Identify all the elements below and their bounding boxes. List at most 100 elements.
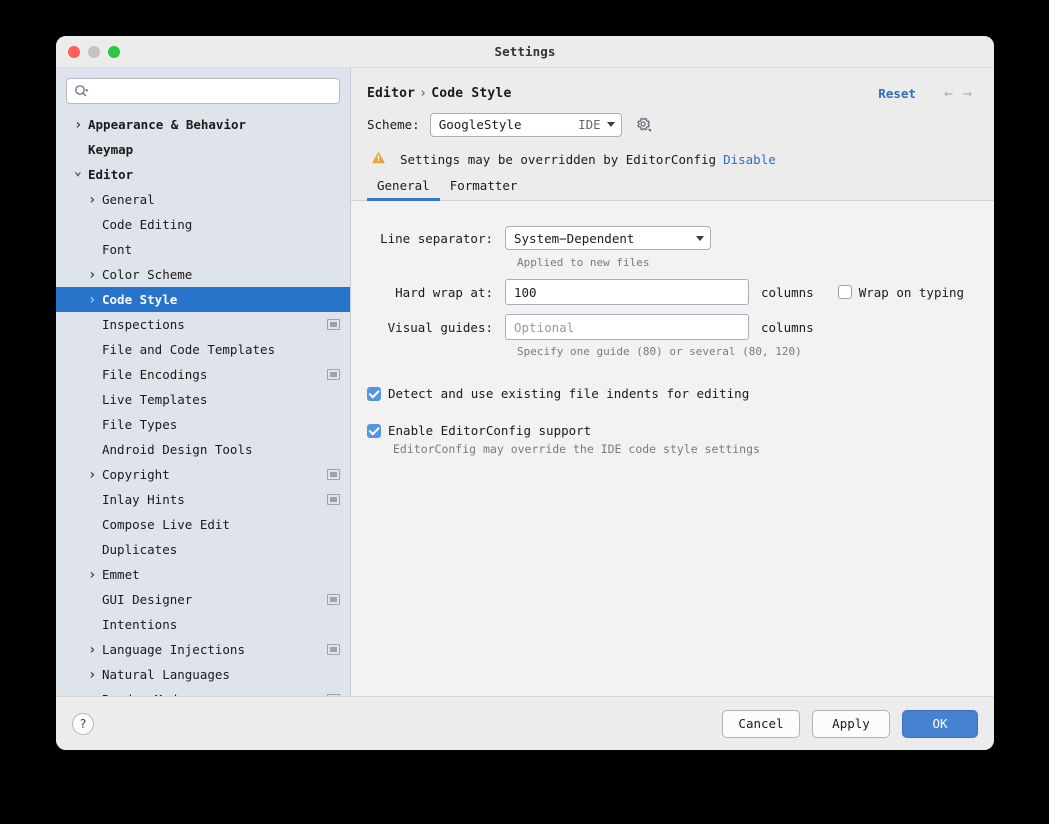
sidebar-item-font[interactable]: ›Font (56, 237, 350, 262)
enable-editorconfig-label: Enable EditorConfig support (388, 423, 592, 438)
sidebar-item-inlay-hints[interactable]: ›Inlay Hints (56, 487, 350, 512)
window-title: Settings (494, 44, 556, 59)
sidebar-item-editor[interactable]: ⌄ Editor (56, 162, 350, 187)
settings-tree[interactable]: ›Appearance & Behavior›Keymap⌄Editor›Gen… (56, 110, 350, 696)
sidebar-item-label: Copyright (102, 467, 170, 482)
sidebar-item-duplicates[interactable]: ›Duplicates (56, 537, 350, 562)
chevron-right-icon[interactable]: › (88, 668, 102, 682)
sidebar-item-reader-mode[interactable]: ›Reader Mode (56, 687, 350, 696)
sidebar-item-label: Android Design Tools (102, 442, 253, 457)
sidebar-item-emmet[interactable]: › Emmet (56, 562, 350, 587)
sidebar-item-appearance-behavior[interactable]: › Appearance & Behavior (56, 112, 350, 137)
sidebar-item-label: Language Injections (102, 642, 245, 657)
line-separator-select[interactable]: System−Dependent (505, 226, 711, 250)
settings-sync-badge-icon (327, 319, 340, 330)
apply-button[interactable]: Apply (812, 709, 890, 738)
settings-sync-badge-icon (327, 369, 340, 380)
warning-triangle-icon (371, 150, 386, 168)
zoom-window-button[interactable] (108, 45, 120, 58)
gear-icon[interactable] (634, 116, 652, 134)
sidebar-item-label: Inspections (102, 317, 185, 332)
wrap-on-typing-checkbox[interactable] (837, 285, 852, 299)
scheme-select[interactable]: GoogleStyle IDE (429, 112, 622, 137)
enable-editorconfig-group[interactable]: Enable EditorConfig support (367, 423, 978, 438)
sidebar-item-android-design-tools[interactable]: ›Android Design Tools (56, 437, 350, 462)
sidebar-item-copyright[interactable]: › Copyright (56, 462, 350, 487)
sidebar-item-label: Color Scheme (102, 267, 193, 282)
chevron-right-icon[interactable]: › (88, 643, 102, 657)
chevron-right-icon[interactable]: › (88, 468, 102, 482)
code-style-general-form: Line separator: System−Dependent Applied… (351, 201, 994, 696)
chevron-right-icon[interactable]: › (88, 568, 102, 582)
close-window-button[interactable] (68, 45, 80, 58)
sidebar-item-label: Reader Mode (102, 692, 321, 696)
sidebar-item-label: GUI Designer (102, 592, 193, 607)
chevron-right-icon[interactable]: › (88, 268, 102, 282)
chevron-down-icon[interactable]: ⌄ (74, 165, 88, 178)
settings-sync-badge-icon (327, 469, 340, 480)
sidebar-item-label: Live Templates (102, 392, 208, 407)
sidebar-item-file-encodings[interactable]: ›File Encodings (56, 362, 350, 387)
sidebar-item-label: Code Style (102, 292, 178, 307)
visual-guides-row: Visual guides: columns (367, 312, 978, 342)
sidebar-item-label: General (102, 192, 155, 207)
sidebar-item-label: Inlay Hints (102, 492, 185, 507)
sidebar-item-file-and-code-templates[interactable]: ›File and Code Templates (56, 337, 350, 362)
window-titlebar: Settings (56, 36, 994, 68)
settings-tabs: General Formatter (351, 168, 994, 201)
wrap-on-typing-group[interactable]: Wrap on typing (837, 285, 964, 300)
sidebar-item-natural-languages[interactable]: › Natural Languages (56, 662, 350, 687)
nav-forward-arrow-icon[interactable]: → (963, 85, 972, 101)
sidebar-item-compose-live-edit[interactable]: ›Compose Live Edit (56, 512, 350, 537)
detect-indents-label: Detect and use existing file indents for… (388, 386, 750, 401)
help-button[interactable]: ? (72, 712, 94, 735)
sidebar-item-gui-designer[interactable]: ›GUI Designer (56, 587, 350, 612)
search-input[interactable] (89, 79, 332, 103)
tab-general[interactable]: General (367, 178, 440, 201)
settings-sync-badge-icon (327, 594, 340, 605)
enable-editorconfig-checkbox[interactable] (367, 423, 381, 438)
sidebar-item-code-editing[interactable]: ›Code Editing (56, 212, 350, 237)
sidebar-item-label: Font (102, 242, 133, 257)
sidebar-item-color-scheme[interactable]: › Color Scheme (56, 262, 350, 287)
detect-indents-checkbox[interactable] (367, 386, 381, 401)
sidebar-item-label: Emmet (102, 567, 140, 582)
breadcrumb-separator: › (419, 85, 428, 101)
sidebar-item-label: Natural Languages (102, 667, 230, 682)
line-separator-row: Line separator: System−Dependent (367, 223, 978, 253)
sidebar-item-label: Compose Live Edit (102, 517, 230, 532)
sidebar-item-language-injections[interactable]: › Language Injections (56, 637, 350, 662)
sidebar-item-label: Duplicates (102, 542, 178, 557)
nav-back-arrow-icon[interactable]: ← (944, 85, 953, 101)
search-box[interactable] (66, 78, 340, 104)
chevron-down-icon (696, 235, 704, 241)
line-separator-value: System−Dependent (514, 230, 635, 246)
reset-link[interactable]: Reset (878, 86, 916, 101)
sidebar-item-live-templates[interactable]: ›Live Templates (56, 387, 350, 412)
tab-formatter[interactable]: Formatter (440, 178, 528, 200)
search-icon (74, 84, 89, 99)
sidebar-item-keymap[interactable]: ›Keymap (56, 137, 350, 162)
sidebar-item-general[interactable]: › General (56, 187, 350, 212)
chevron-right-icon[interactable]: › (88, 193, 102, 207)
chevron-right-icon[interactable]: › (88, 293, 102, 307)
visual-guides-input[interactable] (505, 314, 749, 340)
hard-wrap-unit: columns (761, 284, 814, 300)
settings-sidebar: ›Appearance & Behavior›Keymap⌄Editor›Gen… (56, 68, 351, 696)
sidebar-item-label: File Types (102, 417, 178, 432)
sidebar-item-label: Keymap (88, 142, 134, 157)
hard-wrap-input[interactable] (505, 279, 749, 305)
sidebar-item-intentions[interactable]: ›Intentions (56, 612, 350, 637)
disable-editorconfig-link[interactable]: Disable (723, 152, 776, 167)
sidebar-item-inspections[interactable]: ›Inspections (56, 312, 350, 337)
sidebar-item-file-types[interactable]: ›File Types (56, 412, 350, 437)
breadcrumb-leaf: Code Style (431, 85, 512, 101)
breadcrumb: Editor › Code Style (367, 86, 511, 101)
minimize-window-button[interactable] (88, 45, 100, 58)
breadcrumb-root[interactable]: Editor (367, 86, 415, 101)
cancel-button[interactable]: Cancel (722, 709, 800, 738)
ok-button[interactable]: OK (902, 709, 978, 738)
detect-indents-group[interactable]: Detect and use existing file indents for… (367, 386, 978, 401)
sidebar-item-code-style[interactable]: › Code Style (56, 287, 350, 312)
chevron-right-icon[interactable]: › (74, 118, 88, 132)
